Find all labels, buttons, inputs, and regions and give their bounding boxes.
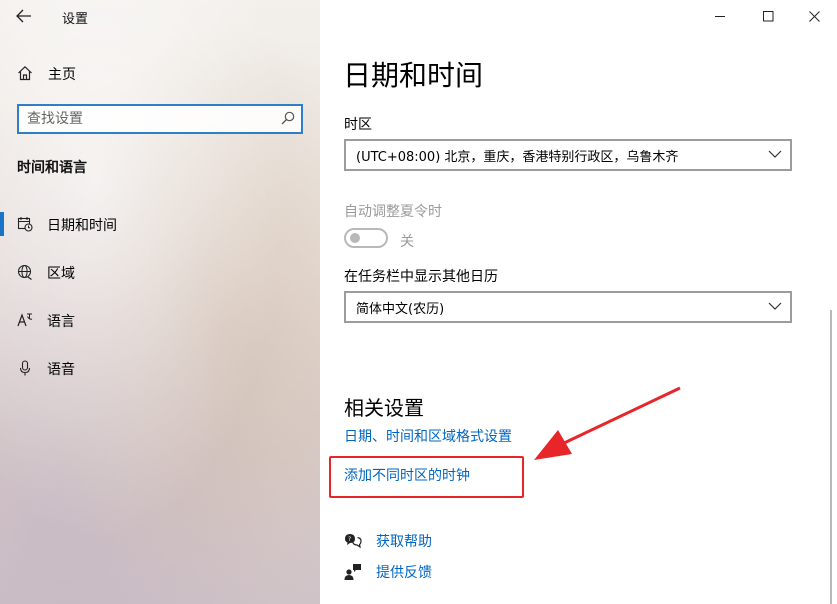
close-button[interactable] — [791, 0, 837, 32]
sidebar-item-speech[interactable]: 语音 — [0, 350, 320, 386]
dst-state: 关 — [400, 234, 414, 250]
microphone-icon — [19, 360, 31, 376]
globe-icon — [17, 264, 32, 280]
back-arrow-icon — [16, 9, 31, 23]
sidebar-item-language[interactable]: 语言 — [0, 302, 320, 338]
sidebar-item-region[interactable]: 区域 — [0, 254, 320, 290]
annotation-arrow — [534, 386, 681, 460]
app-title: 设置 — [62, 12, 89, 27]
chat-help-icon: ? — [345, 534, 362, 549]
give-feedback-label: 提供反馈 — [376, 565, 432, 581]
dst-label: 自动调整夏令时 — [344, 204, 442, 220]
home-icon — [18, 65, 32, 81]
sidebar-item-label: 区域 — [47, 266, 75, 282]
sidebar-item-label: 日期和时间 — [47, 218, 117, 234]
svg-text:?: ? — [348, 536, 351, 543]
annotation-highlight-box — [329, 456, 524, 498]
language-icon — [17, 313, 33, 327]
toggle-knob — [350, 233, 360, 243]
chevron-down-icon — [768, 302, 782, 310]
sidebar-item-label: 语言 — [47, 314, 75, 330]
scrollbar[interactable] — [830, 310, 832, 604]
calendar-dropdown[interactable]: 简体中文(农历) — [344, 291, 792, 323]
search-box[interactable] — [17, 104, 303, 134]
calendar-value: 简体中文(农历) — [356, 302, 445, 317]
dst-toggle[interactable] — [344, 228, 388, 248]
minimize-icon — [714, 15, 725, 17]
sidebar-pane: 设置 主页 时间和语言 日期和时间 区域 — [0, 0, 320, 604]
back-button[interactable] — [10, 3, 38, 29]
sidebar-item-date-time[interactable]: 日期和时间 — [0, 206, 320, 242]
timezone-value: (UTC+08:00) 北京，重庆，香港特别行政区，乌鲁木齐 — [356, 150, 679, 165]
sidebar-section-title: 时间和语言 — [17, 160, 87, 176]
chevron-down-icon — [768, 150, 782, 158]
timezone-dropdown[interactable]: (UTC+08:00) 北京，重庆，香港特别行政区，乌鲁木齐 — [344, 139, 792, 171]
search-icon[interactable] — [281, 111, 295, 125]
title-bar-left: 设置 — [0, 0, 320, 34]
maximize-icon — [762, 10, 773, 21]
date-time-region-format-link[interactable]: 日期、时间和区域格式设置 — [344, 426, 512, 446]
calendar-clock-icon — [17, 217, 33, 232]
timezone-label: 时区 — [344, 117, 372, 133]
calendar-label: 在任务栏中显示其他日历 — [344, 269, 498, 285]
close-icon — [808, 10, 820, 22]
sidebar-home-label: 主页 — [48, 67, 76, 83]
related-settings-title: 相关设置 — [344, 396, 424, 420]
feedback-icon — [344, 564, 361, 580]
get-help-label: 获取帮助 — [376, 534, 432, 550]
minimize-button[interactable] — [697, 0, 743, 32]
maximize-button[interactable] — [745, 0, 791, 32]
search-input[interactable] — [27, 109, 267, 129]
sidebar-home[interactable]: 主页 — [0, 58, 320, 88]
page-title: 日期和时间 — [343, 59, 484, 92]
sidebar-item-label: 语音 — [47, 362, 75, 378]
